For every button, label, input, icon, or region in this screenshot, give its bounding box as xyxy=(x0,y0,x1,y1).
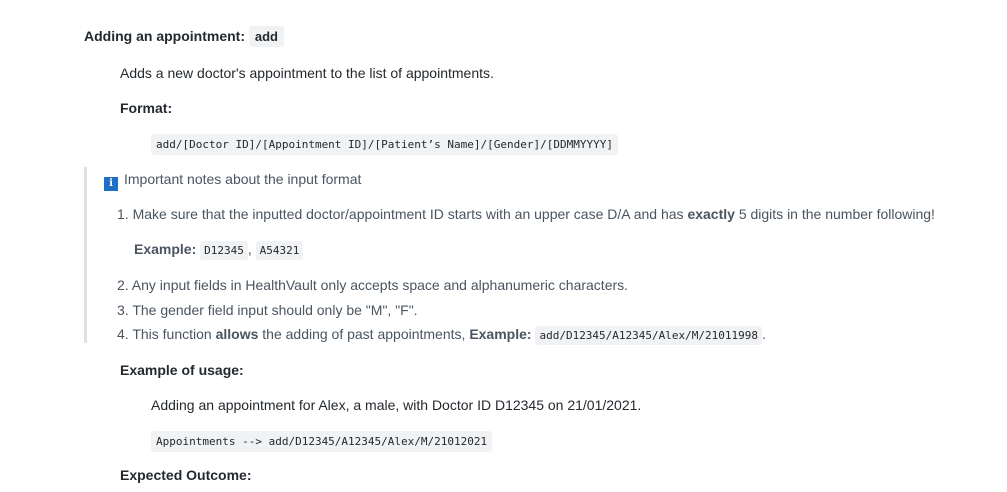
note-item-4-code: add/D12345/A12345/Alex/M/21011998 xyxy=(535,326,762,345)
note-item-1-suffix: 5 digits in the number following! xyxy=(734,206,935,222)
note-item-1-bold: exactly xyxy=(687,206,735,222)
command-keyword: add xyxy=(248,26,284,47)
note-item-3: 3. The gender field input should only be… xyxy=(117,302,418,318)
note-example: Example: D12345, A54321 xyxy=(134,241,304,260)
note-example-code-2: A54321 xyxy=(255,241,304,260)
format-label: Format: xyxy=(120,100,173,116)
note-example-sep: , xyxy=(247,241,252,257)
note-item-4: 4. This function allows the adding of pa… xyxy=(117,326,766,345)
note-item-1-prefix: 1. Make sure that the inputted doctor/ap… xyxy=(117,206,688,222)
note-item-2: 2. Any input fields in HealthVault only … xyxy=(117,277,629,293)
note-item-4-middle: the adding of past appointments, xyxy=(258,326,470,342)
note-title-row: i Important notes about the input format xyxy=(104,171,361,191)
note-title: Important notes about the input format xyxy=(124,171,362,187)
note-example-code-1: D12345 xyxy=(200,241,248,260)
format-code: add/[Doctor ID]/[Appointment ID]/[Patien… xyxy=(151,134,618,155)
note-item-4-bold: allows xyxy=(215,326,259,342)
note-item-4-example-label: Example: xyxy=(469,326,532,342)
usage-description: Adding an appointment for Alex, a male, … xyxy=(151,397,642,413)
section-heading-text: Adding an appointment: xyxy=(84,28,245,44)
usage-code: Appointments --> add/D12345/A12345/Alex/… xyxy=(151,431,493,452)
section-heading: Adding an appointment: add xyxy=(84,26,284,47)
note-item-1: 1. Make sure that the inputted doctor/ap… xyxy=(117,206,935,222)
section-description: Adds a new doctor's appointment to the l… xyxy=(120,65,494,81)
note-item-4-prefix: 4. This function xyxy=(117,326,216,342)
note-border xyxy=(84,167,87,343)
note-example-label: Example: xyxy=(134,241,197,257)
outcome-label: Expected Outcome: xyxy=(120,467,252,483)
info-icon: i xyxy=(104,177,118,191)
note-item-4-end: . xyxy=(762,326,766,342)
usage-label: Example of usage: xyxy=(120,362,244,378)
